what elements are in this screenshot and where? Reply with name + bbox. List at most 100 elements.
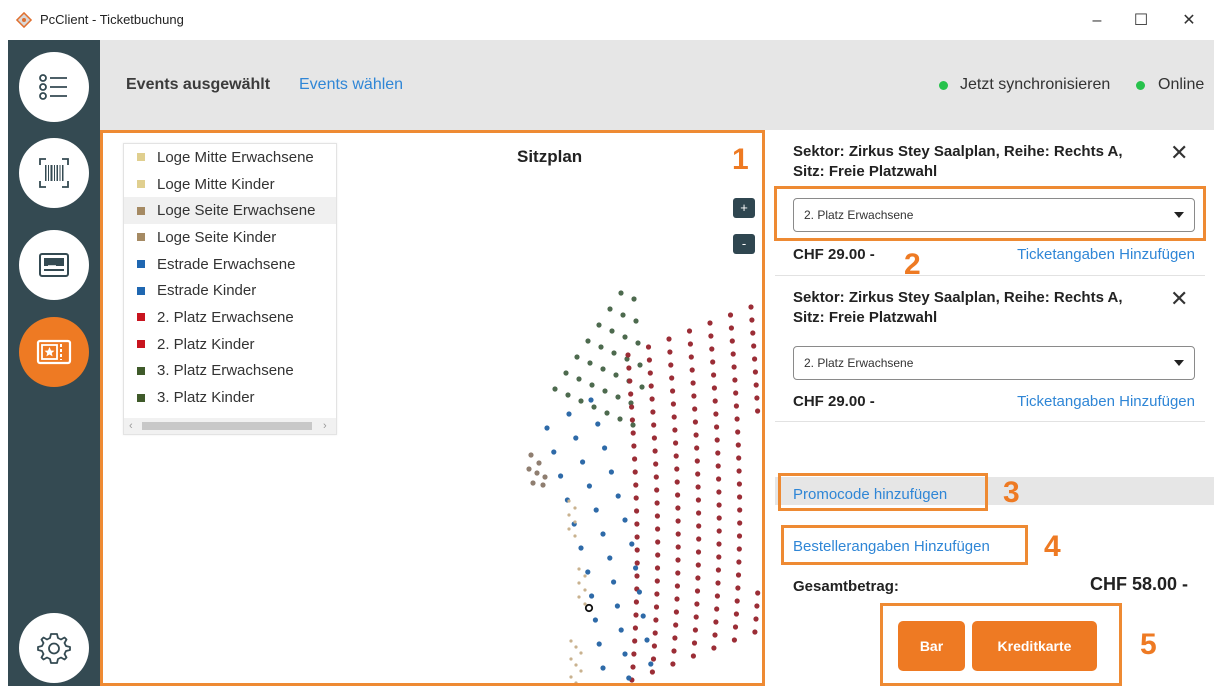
legend-item[interactable]: Estrade Erwachsene xyxy=(124,251,336,278)
seat[interactable] xyxy=(696,523,702,529)
seat[interactable] xyxy=(632,638,638,644)
seat[interactable] xyxy=(670,661,676,667)
seat[interactable] xyxy=(536,460,542,466)
seat[interactable] xyxy=(630,664,636,670)
legend-scrollbar[interactable]: ‹ › xyxy=(124,418,336,434)
seat[interactable] xyxy=(733,611,740,617)
seat[interactable] xyxy=(634,547,640,553)
maximize-button[interactable]: ☐ xyxy=(1126,8,1156,34)
seat[interactable] xyxy=(583,588,587,592)
seat[interactable] xyxy=(653,617,659,623)
seat[interactable] xyxy=(632,456,638,462)
seat[interactable] xyxy=(526,466,532,472)
seat[interactable] xyxy=(591,404,597,410)
seat[interactable] xyxy=(552,386,558,392)
seat[interactable] xyxy=(755,408,761,414)
seat[interactable] xyxy=(736,546,742,552)
seat[interactable] xyxy=(711,385,718,391)
seat[interactable] xyxy=(675,531,681,537)
seat[interactable] xyxy=(672,427,678,433)
seat[interactable] xyxy=(586,483,592,489)
nav-settings-button[interactable] xyxy=(19,613,89,683)
seat[interactable] xyxy=(716,528,722,534)
seat[interactable] xyxy=(714,606,720,612)
seat[interactable] xyxy=(714,593,721,599)
seat[interactable] xyxy=(617,416,623,422)
seat[interactable] xyxy=(634,560,640,566)
seat[interactable] xyxy=(675,570,681,576)
seat[interactable] xyxy=(583,574,587,578)
seat[interactable] xyxy=(716,489,722,495)
seat[interactable] xyxy=(668,362,674,368)
seat[interactable] xyxy=(578,545,584,551)
seat[interactable] xyxy=(602,445,608,451)
seat[interactable] xyxy=(674,479,680,485)
seat[interactable] xyxy=(669,375,675,381)
seat[interactable] xyxy=(736,533,743,539)
seat[interactable] xyxy=(574,645,578,649)
add-ticket-details-link[interactable]: Ticketangaben Hinzufügen xyxy=(1017,393,1195,410)
seat[interactable] xyxy=(577,595,581,599)
zoom-out-button[interactable]: - xyxy=(733,234,755,254)
scroll-left-icon[interactable]: ‹ xyxy=(129,418,133,434)
ticket-category-select[interactable]: 2. Platz Erwachsene xyxy=(793,346,1195,380)
seat[interactable] xyxy=(620,312,626,318)
seat[interactable] xyxy=(558,473,564,479)
seat[interactable] xyxy=(707,320,713,326)
seat[interactable] xyxy=(666,336,672,342)
minimize-button[interactable]: – xyxy=(1082,8,1112,34)
seat[interactable] xyxy=(622,651,628,657)
seat[interactable] xyxy=(732,377,738,383)
seat[interactable] xyxy=(735,442,741,448)
seat[interactable] xyxy=(574,663,578,667)
legend-item[interactable]: Estrade Kinder xyxy=(124,277,336,304)
seat[interactable] xyxy=(573,534,577,538)
seat[interactable] xyxy=(589,593,595,599)
seat[interactable] xyxy=(600,665,606,671)
seat[interactable] xyxy=(611,350,617,356)
seat[interactable] xyxy=(530,480,536,486)
seat[interactable] xyxy=(713,411,719,417)
seat[interactable] xyxy=(671,414,677,420)
seat[interactable] xyxy=(716,502,722,508)
seat[interactable] xyxy=(567,499,571,503)
seat[interactable] xyxy=(694,458,700,464)
seat[interactable] xyxy=(629,541,635,547)
seat[interactable] xyxy=(712,398,718,404)
seat[interactable] xyxy=(604,410,610,416)
seat[interactable] xyxy=(588,397,594,403)
seat[interactable] xyxy=(737,507,743,513)
seat[interactable] xyxy=(675,505,681,511)
nav-list-button[interactable] xyxy=(19,52,89,122)
seat[interactable] xyxy=(626,675,632,681)
seat[interactable] xyxy=(654,513,661,519)
seat[interactable] xyxy=(528,452,534,458)
seat[interactable] xyxy=(714,424,720,430)
seat[interactable] xyxy=(633,495,639,501)
close-window-button[interactable]: ✕ xyxy=(1174,8,1204,34)
seat[interactable] xyxy=(715,450,721,456)
seat[interactable] xyxy=(735,585,741,591)
seat[interactable] xyxy=(748,304,754,310)
seat[interactable] xyxy=(667,349,673,355)
seat[interactable] xyxy=(649,669,656,675)
seat[interactable] xyxy=(674,466,680,472)
seat[interactable] xyxy=(654,500,660,506)
remove-ticket-icon[interactable]: ✕ xyxy=(1170,288,1188,310)
seat[interactable] xyxy=(654,565,661,571)
seat[interactable] xyxy=(670,388,676,394)
seat[interactable] xyxy=(735,572,742,578)
seat[interactable] xyxy=(708,333,714,339)
seat[interactable] xyxy=(694,445,700,451)
seat[interactable] xyxy=(579,669,583,673)
seat[interactable] xyxy=(671,648,677,654)
seat[interactable] xyxy=(631,443,637,449)
seat[interactable] xyxy=(695,471,701,477)
seat[interactable] xyxy=(673,609,680,615)
legend-scroll-thumb[interactable] xyxy=(142,422,312,430)
remove-ticket-icon[interactable]: ✕ xyxy=(1170,142,1188,164)
seat[interactable] xyxy=(728,325,735,331)
seat[interactable] xyxy=(565,392,571,398)
seat[interactable] xyxy=(714,437,720,443)
seat[interactable] xyxy=(544,425,550,431)
